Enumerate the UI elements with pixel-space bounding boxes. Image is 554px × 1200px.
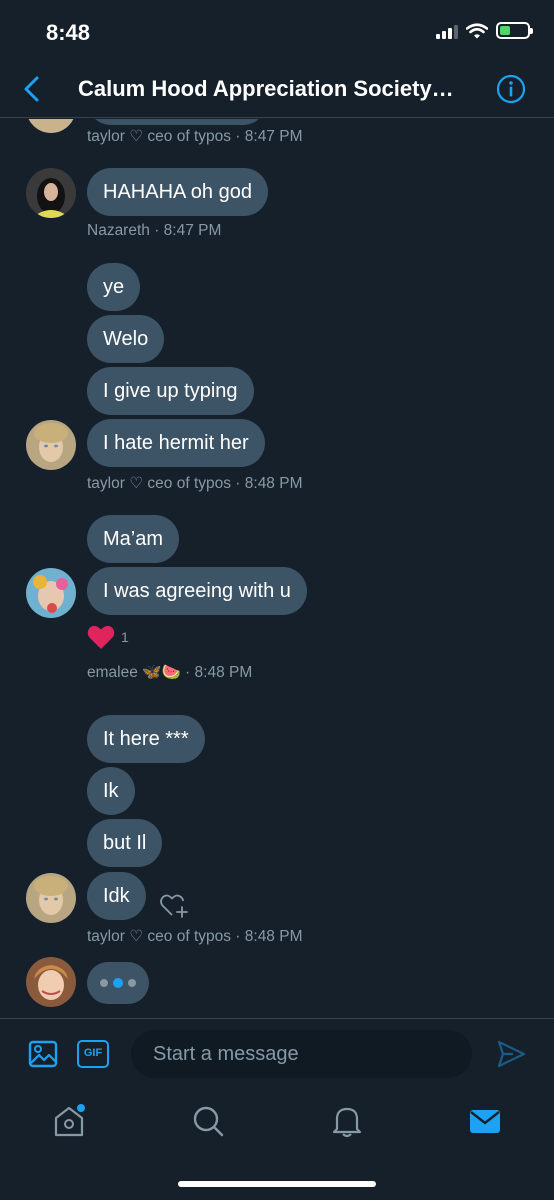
battery-icon [496,22,533,39]
avatar-taylor[interactable] [26,119,76,133]
message-bubble[interactable] [87,119,267,125]
cellular-signal-icon [436,23,458,39]
back-arrow-icon[interactable] [18,74,48,104]
tab-bar [0,1090,554,1160]
message-bubble[interactable]: Welo [87,315,165,363]
status-bar: 8:48 [0,0,554,62]
add-reaction-icon[interactable] [159,890,189,920]
avatar-taylor[interactable] [26,873,76,923]
status-time: 8:48 [46,20,91,45]
avatar-photo [26,420,76,470]
message-meta: taylor ♡ ceo of typos · 8:48 PM [87,928,303,945]
avatar-taylor[interactable] [26,420,76,470]
message-bubble[interactable]: It here *** [87,715,205,763]
message-meta: taylor ♡ ceo of typos · 8:47 PM [87,128,303,145]
message-meta: taylor ♡ ceo of typos · 8:48 PM [87,475,303,492]
message-bubble[interactable]: I hate hermit her [87,419,265,467]
avatar-photo [26,168,76,218]
heart-icon [87,625,115,649]
send-icon[interactable] [496,1039,526,1069]
typing-indicator [87,962,149,1004]
status-icons [436,22,533,39]
message-bubble[interactable]: ye [87,263,141,311]
message-bubble[interactable]: I was agreeing with u [87,567,307,615]
message-bubble[interactable]: I give up typing [87,367,254,415]
message-thread[interactable]: taylor ♡ ceo of typos · 8:47 PM HAHAHA o… [0,119,554,1019]
search-icon[interactable] [191,1104,225,1138]
home-icon[interactable] [52,1104,86,1138]
image-icon[interactable] [28,1039,58,1069]
message-bubble[interactable]: Ma’am [87,515,180,563]
home-indicator [178,1181,376,1187]
message-bubble[interactable]: HAHAHA oh god [87,168,268,216]
avatar-emalee[interactable] [26,568,76,618]
conversation-title[interactable]: Calum Hood Appreciation Society… [78,76,488,102]
message-meta: Nazareth · 8:47 PM [87,222,222,239]
avatar-photo [26,957,76,1007]
notifications-bell-icon[interactable] [330,1104,364,1138]
message-meta: emalee 🦋🍉 · 8:48 PM [87,664,253,681]
message-bubble[interactable]: Ik [87,767,135,815]
message-input[interactable] [131,1030,472,1078]
message-bubble[interactable]: but Il [87,819,163,867]
reaction-count: 1 [121,629,129,645]
message-bubble[interactable]: Idk [87,872,146,920]
message-composer: GIF [0,1018,554,1090]
avatar-typing-user[interactable] [26,957,76,1007]
info-icon[interactable] [496,74,526,104]
messages-mail-icon[interactable] [468,1104,502,1138]
conversation-header: Calum Hood Appreciation Society… [0,62,554,118]
gif-button[interactable]: GIF [77,1040,109,1068]
reaction[interactable]: 1 [87,624,129,650]
avatar-photo [26,873,76,923]
avatar-nazareth[interactable] [26,168,76,218]
avatar-photo [26,568,76,618]
wifi-icon [466,22,488,38]
